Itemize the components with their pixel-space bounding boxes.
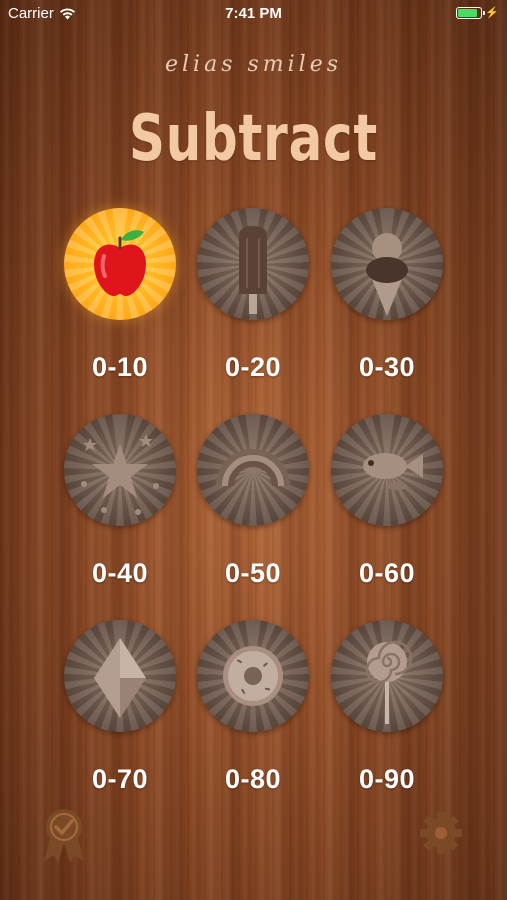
level-badge[interactable]: [331, 414, 443, 526]
level-button-0-30[interactable]: 0-30: [331, 208, 443, 383]
level-label: 0-40: [91, 558, 149, 588]
charging-icon: ⚡: [485, 7, 499, 19]
level-label: 0-90: [358, 764, 416, 794]
rainbow-icon: [216, 449, 290, 487]
level-badge[interactable]: [331, 208, 443, 320]
level-label: 0-20: [224, 352, 282, 382]
level-button-0-20[interactable]: 0-20: [197, 208, 309, 383]
diamond-icon: [94, 638, 146, 718]
level-label: 0-70: [91, 764, 149, 794]
level-button-0-40[interactable]: 0-40: [64, 414, 176, 589]
status-bar: Carrier 7:41 PM ⚡: [0, 0, 507, 26]
achievements-button[interactable]: [40, 805, 88, 870]
clock: 7:41 PM: [225, 5, 282, 22]
gear-icon: [420, 812, 462, 854]
level-label: 0-10: [91, 352, 149, 382]
fish-icon: [363, 453, 423, 490]
page-title: Subtract: [128, 102, 379, 176]
level-button-0-90[interactable]: 0-90: [331, 620, 443, 795]
settings-button[interactable]: [418, 810, 464, 861]
battery-icon: [456, 6, 486, 19]
award-ribbon-icon: [44, 809, 84, 863]
donut-icon: [223, 646, 283, 706]
ice-cream-icon: [366, 233, 408, 316]
level-button-0-50[interactable]: 0-50: [197, 414, 309, 589]
level-button-0-80[interactable]: 0-80: [197, 620, 309, 795]
battery-indicator: ⚡: [456, 6, 499, 19]
level-button-0-60[interactable]: 0-60: [331, 414, 443, 589]
level-badge[interactable]: [64, 620, 176, 732]
level-label: 0-50: [224, 558, 282, 588]
level-badge[interactable]: [64, 414, 176, 526]
level-label: 0-60: [358, 558, 416, 588]
star-icon: [81, 434, 159, 515]
level-label: 0-80: [224, 764, 282, 794]
level-badge[interactable]: [197, 414, 309, 526]
level-badge[interactable]: [64, 208, 176, 320]
lollipop-icon: [365, 640, 413, 724]
brand-logo: elias smiles: [164, 52, 343, 77]
level-badge[interactable]: [197, 620, 309, 732]
apple-icon: [94, 230, 146, 296]
popsicle-icon: [239, 226, 267, 314]
level-button-0-70[interactable]: 0-70: [64, 620, 176, 795]
level-badge[interactable]: [197, 208, 309, 320]
level-button-0-10[interactable]: 0-10: [64, 208, 176, 383]
level-label: 0-30: [358, 352, 416, 382]
level-badge[interactable]: [331, 620, 443, 732]
